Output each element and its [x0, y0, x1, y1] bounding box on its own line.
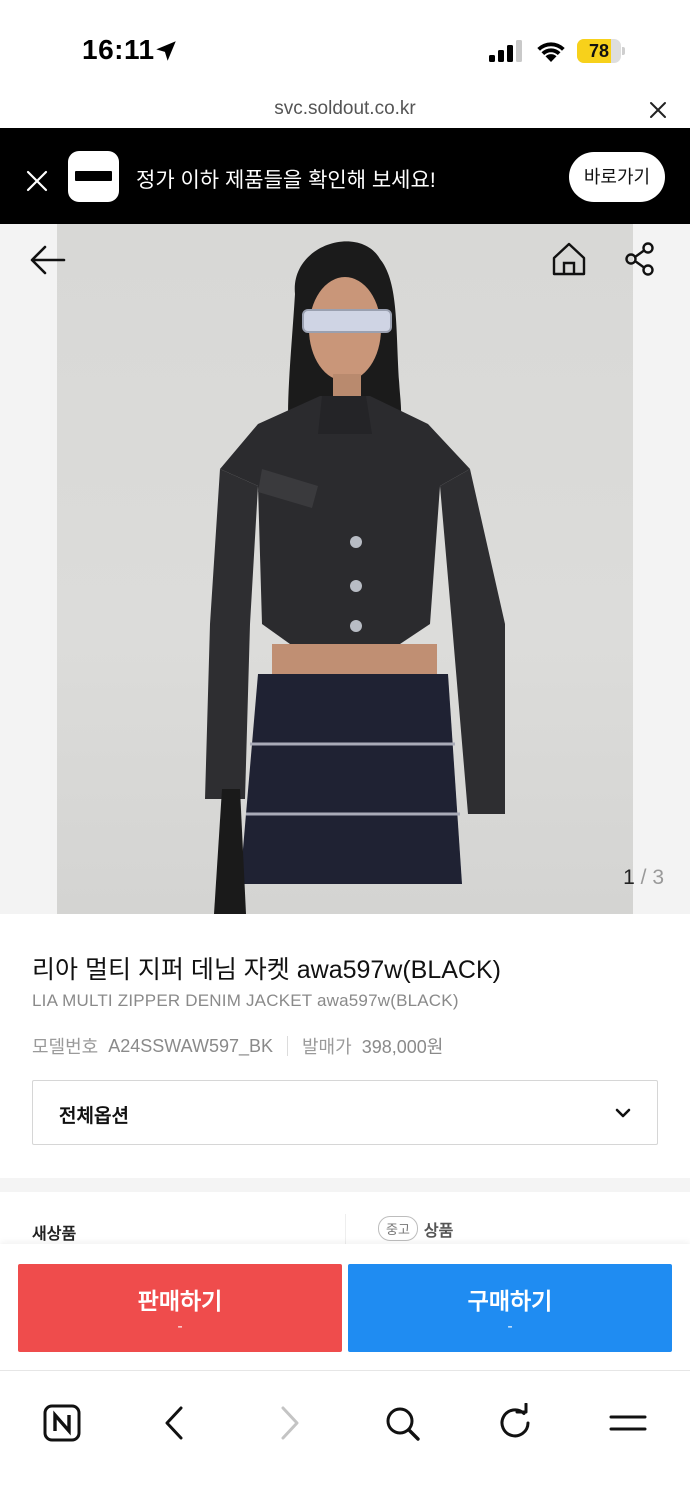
- browser-toolbar: [0, 1370, 690, 1500]
- release-price-value: 398,000원: [361, 1037, 444, 1057]
- image-pager: 1 / 3: [623, 866, 664, 890]
- forward-icon[interactable]: [269, 1403, 309, 1443]
- home-icon[interactable]: [551, 241, 587, 277]
- location-arrow-icon: [156, 41, 176, 61]
- pager-total: 3: [652, 866, 664, 889]
- refresh-icon[interactable]: [495, 1403, 535, 1443]
- option-select[interactable]: 전체옵션: [32, 1080, 658, 1145]
- used-badge: 중고: [378, 1216, 418, 1241]
- sell-button-label: 판매하기: [137, 1288, 223, 1314]
- search-icon[interactable]: [382, 1403, 422, 1443]
- pager-separator: /: [634, 866, 653, 889]
- buy-button[interactable]: 구매하기 -: [348, 1264, 672, 1352]
- product-meta: 모델번호 A24SSWAW597_BK 발매가 398,000원: [32, 1033, 443, 1059]
- status-time: 16:11: [82, 34, 155, 65]
- chevron-down-icon: [615, 1108, 631, 1118]
- url-bar[interactable]: svc.soldout.co.kr: [0, 92, 690, 128]
- price-columns: 새상품 중고 상품: [0, 1192, 690, 1254]
- back-arrow-icon[interactable]: [30, 244, 66, 276]
- app-download-banner: 정가 이하 제품들을 확인해 보세요! 바로가기: [0, 128, 690, 224]
- status-bar: 16:11 78: [0, 0, 690, 92]
- product-image-carousel[interactable]: 1 / 3: [0, 224, 690, 914]
- action-bar: 판매하기 - 구매하기 -: [0, 1244, 690, 1370]
- product-info: 리아 멀티 지퍼 데님 자켓 awa597w(BLACK) LIA MULTI …: [0, 914, 690, 1178]
- back-icon[interactable]: [155, 1403, 195, 1443]
- banner-go-button[interactable]: 바로가기: [569, 152, 665, 202]
- new-product-label: 새상품: [32, 1226, 77, 1243]
- used-product-label: 상품: [423, 1222, 454, 1240]
- product-title: 리아 멀티 지퍼 데님 자켓 awa597w(BLACK): [32, 956, 501, 984]
- sell-button[interactable]: 판매하기 -: [18, 1264, 342, 1352]
- meta-divider: [287, 1036, 288, 1056]
- option-select-label: 전체옵션: [59, 1106, 129, 1127]
- battery-indicator: 78: [577, 39, 625, 63]
- used-product-heading: 중고 상품: [378, 1216, 453, 1241]
- url-domain[interactable]: svc.soldout.co.kr: [0, 98, 690, 120]
- share-icon[interactable]: [624, 241, 656, 277]
- close-icon[interactable]: [648, 100, 668, 120]
- app-logo: [68, 151, 119, 202]
- banner-message: 정가 이하 제품들을 확인해 보세요!: [136, 169, 436, 192]
- model-number-value: A24SSWAW597_BK: [108, 1035, 273, 1056]
- section-gap: [0, 1178, 690, 1192]
- menu-icon[interactable]: [608, 1403, 648, 1443]
- close-icon[interactable]: [26, 170, 48, 192]
- pager-current: 1: [623, 866, 635, 889]
- release-price-label: 발매가: [302, 1037, 352, 1057]
- buy-button-price: -: [507, 1318, 513, 1335]
- battery-percent: 78: [588, 41, 610, 61]
- naver-n-icon[interactable]: [42, 1403, 82, 1443]
- cell-signal-icon: [489, 40, 522, 62]
- wifi-icon: [537, 42, 565, 62]
- sell-button-price: -: [177, 1318, 183, 1335]
- product-photo: [205, 241, 505, 914]
- buy-button-label: 구매하기: [467, 1288, 553, 1314]
- product-title-english: LIA MULTI ZIPPER DENIM JACKET awa597w(BL…: [32, 991, 459, 1010]
- model-number-label: 모델번호: [32, 1037, 99, 1057]
